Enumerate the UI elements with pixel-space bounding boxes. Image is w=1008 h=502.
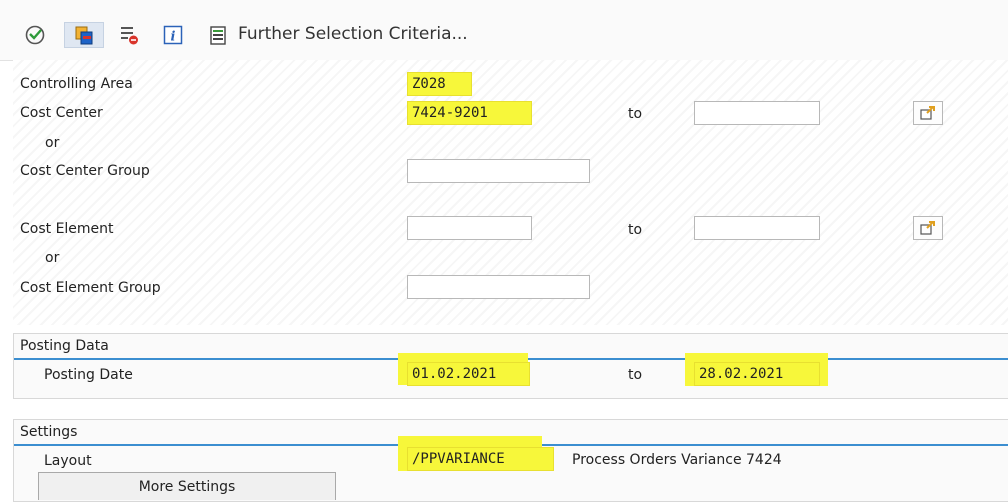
cost-center-to-label: to: [628, 106, 643, 122]
cost-element-label: Cost Element: [20, 221, 114, 237]
or-label: or: [45, 135, 60, 151]
cost-center-group-input[interactable]: [407, 159, 590, 183]
layout-input[interactable]: /PPVARIANCE: [407, 447, 554, 471]
posting-date-label: Posting Date: [44, 367, 133, 383]
cost-element-group-input[interactable]: [407, 275, 590, 299]
settings-title: Settings: [20, 424, 78, 440]
cost-element-to-label: to: [628, 222, 643, 238]
more-settings-button[interactable]: More Settings: [38, 472, 336, 500]
copy-icon[interactable]: [64, 22, 104, 48]
cost-center-group-label: Cost Center Group: [20, 163, 150, 179]
cost-center-from-input[interactable]: 7424-9201: [407, 101, 532, 125]
cost-center-to-input[interactable]: [694, 101, 820, 125]
cost-element-to-input[interactable]: [694, 216, 820, 240]
posting-date-from-input[interactable]: 01.02.2021: [407, 362, 530, 386]
delete-icon[interactable]: [116, 22, 142, 48]
posting-data-title: Posting Data: [20, 338, 109, 354]
multiple-selection-icon[interactable]: [913, 101, 943, 125]
controlling-area-label: Controlling Area: [20, 76, 133, 92]
layout-description: Process Orders Variance 7424: [572, 452, 782, 468]
cost-center-label: Cost Center: [20, 105, 103, 121]
multiple-selection-icon[interactable]: [913, 216, 943, 240]
cost-element-from-input[interactable]: [407, 216, 532, 240]
info-icon[interactable]: i: [160, 22, 186, 48]
or-label: or: [45, 250, 60, 266]
cost-element-group-label: Cost Element Group: [20, 280, 161, 296]
posting-date-to-input[interactable]: 28.02.2021: [694, 362, 820, 386]
further-selection-criteria-button[interactable]: Further Selection Criteria...: [238, 24, 468, 44]
application-toolbar: i Further Selection Criteria...: [0, 0, 1008, 61]
svg-text:i: i: [171, 30, 176, 45]
further-criteria-icon[interactable]: [206, 22, 230, 48]
posting-date-to-label: to: [628, 367, 643, 383]
controlling-area-input[interactable]: Z028: [407, 72, 472, 96]
execute-icon[interactable]: [22, 22, 48, 48]
layout-label: Layout: [44, 453, 92, 469]
